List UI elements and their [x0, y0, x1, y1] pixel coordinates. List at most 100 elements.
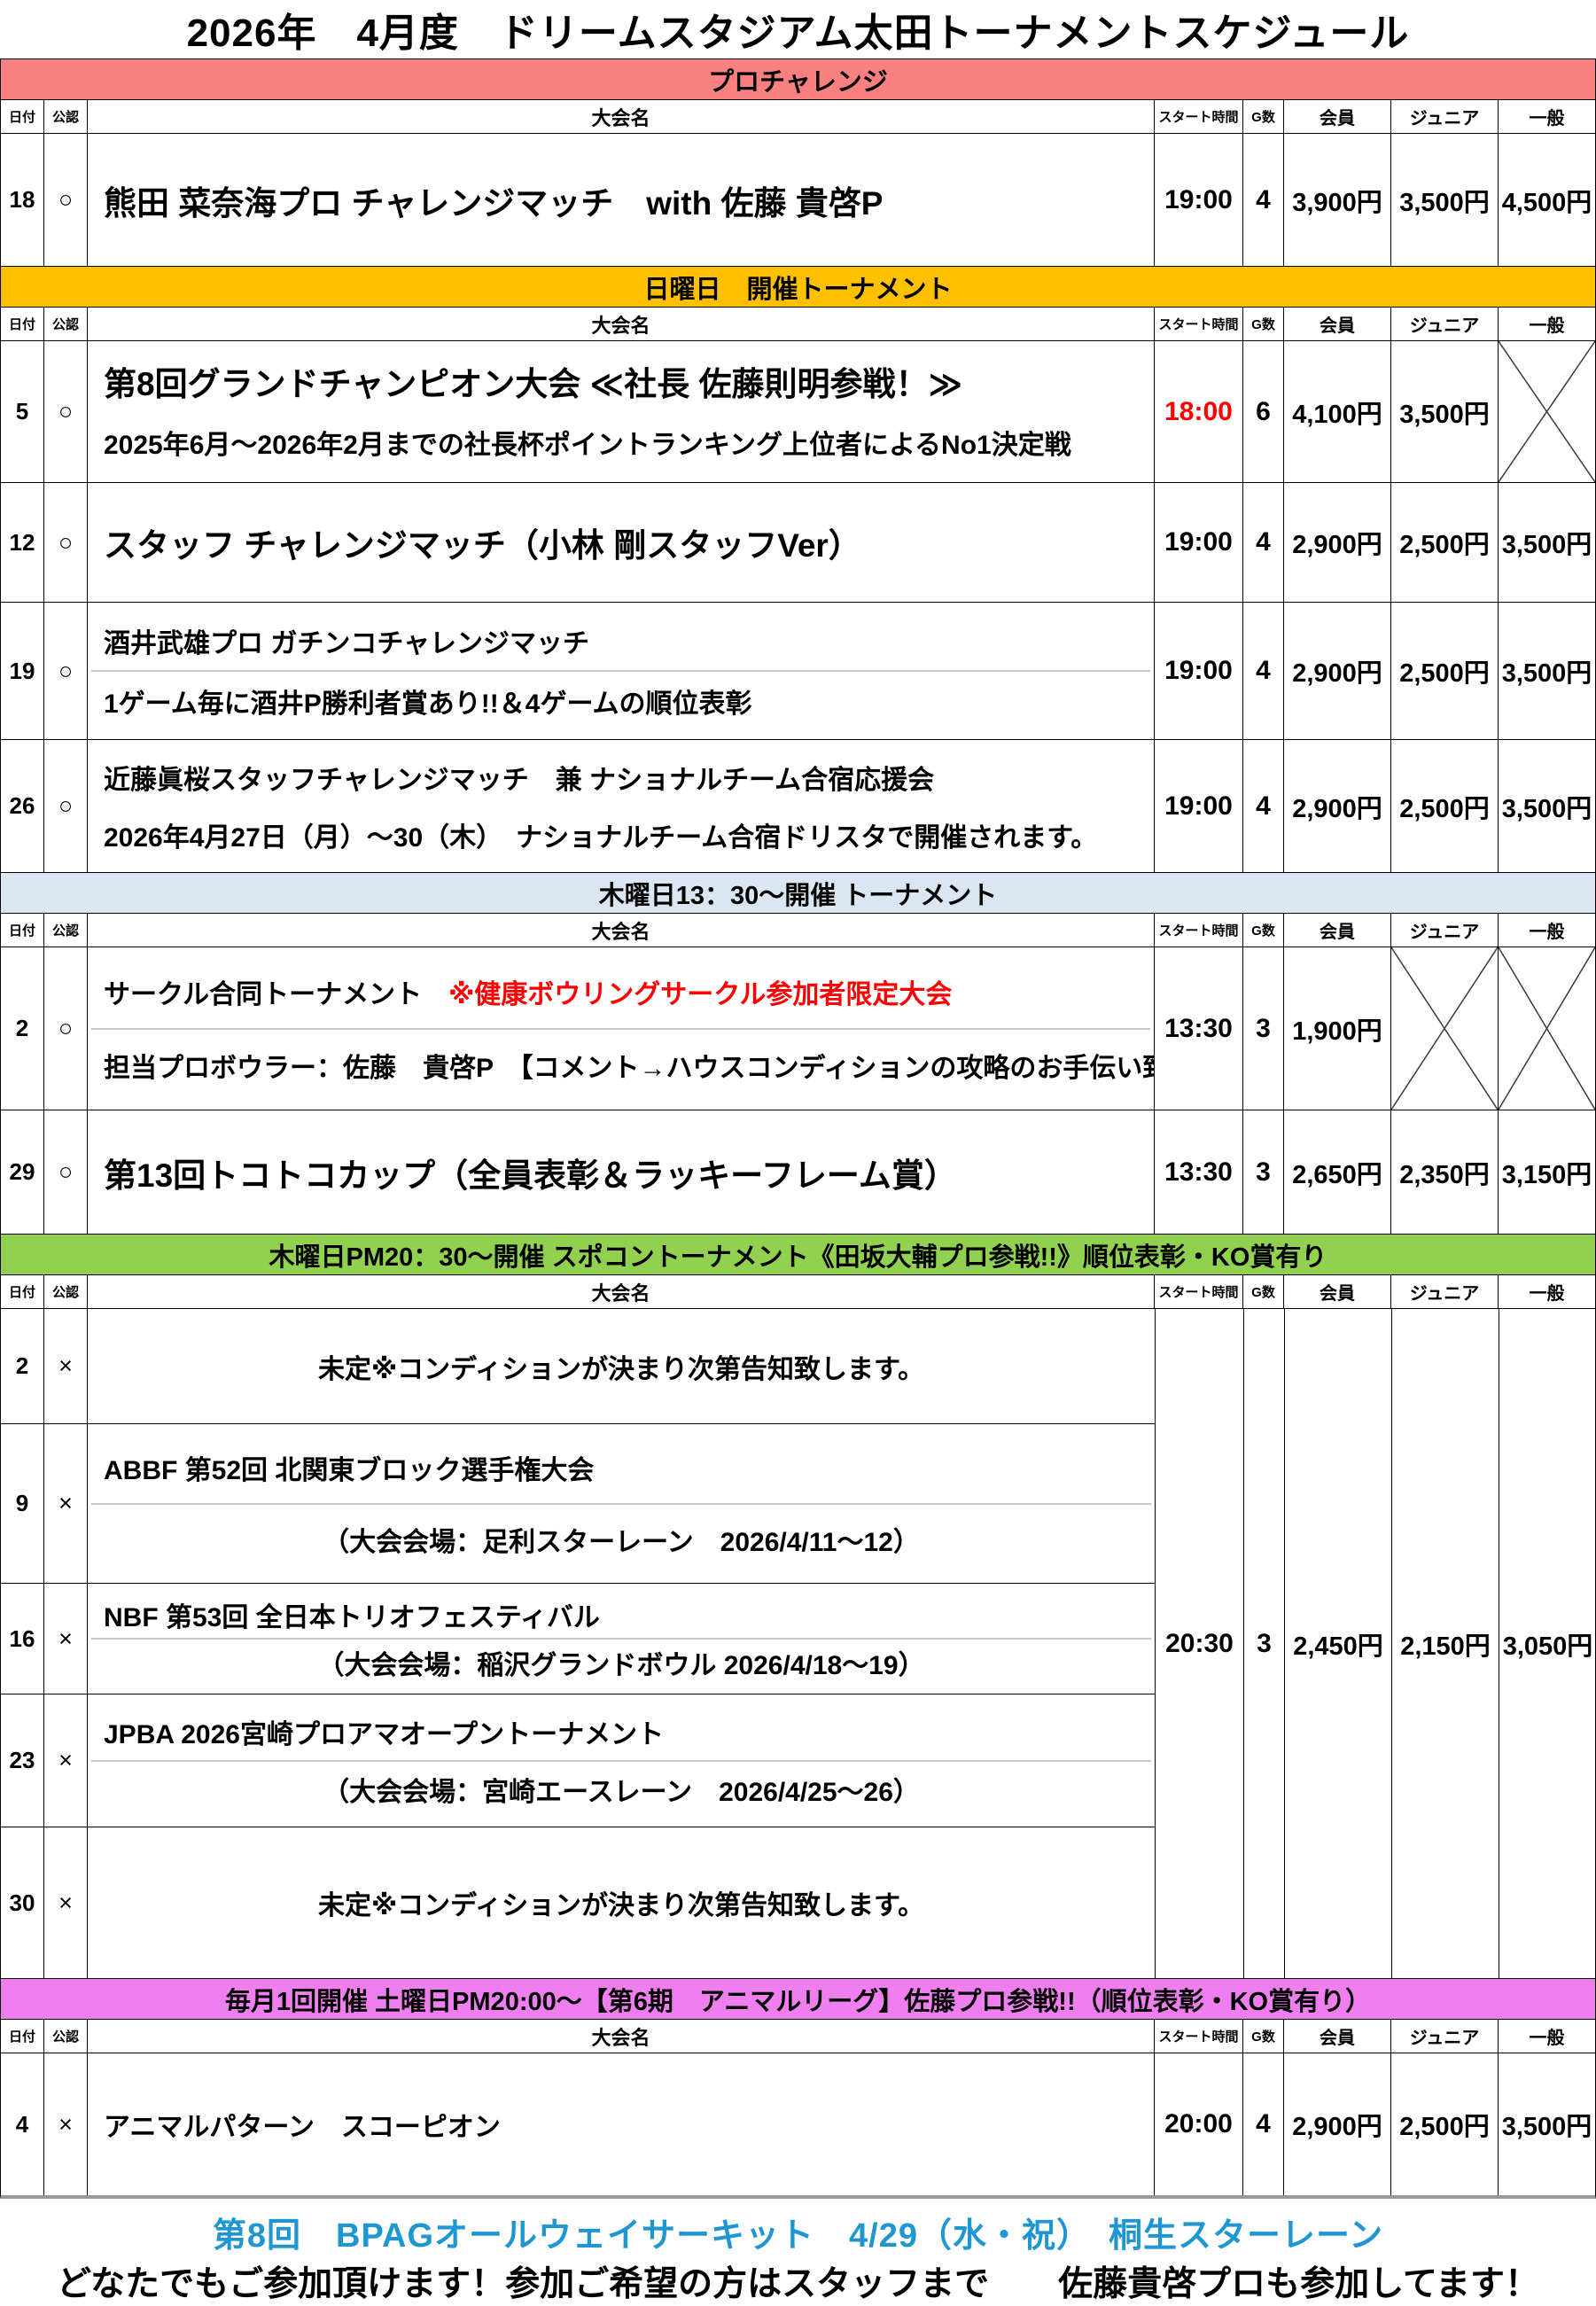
tournament-name-text: スタッフ チャレンジマッチ（小林 剛スタッフVer） — [104, 518, 861, 566]
col-header-start: スタート時間 — [1155, 100, 1243, 133]
tournament-name-line: （大会会場：宮崎エースレーン 2026/4/25～26） — [88, 1762, 1155, 1819]
date-cell: 12 — [1, 483, 44, 602]
tournament-name-line: 第8回グランドチャンピオン大会 ≪社長 佐藤則明参戦！≫ — [88, 350, 1154, 412]
tournament-name-text: NBF 第53回 全日本トリオフェスティバル — [104, 1595, 600, 1634]
tournament-name-cell: 酒井武雄プロ ガチンコチャレンジマッチ1ゲーム毎に酒井P勝利者賞あり!!＆4ゲー… — [88, 603, 1155, 739]
tournament-name-line: 2025年6月～2026年2月までの社長杯ポイントランキング上位者によるNo1決… — [88, 412, 1154, 474]
cross-icon — [1499, 341, 1595, 482]
tournament-name-line: JPBA 2026宮崎プロアマオープントーナメント — [88, 1703, 1155, 1760]
member-fee: 2,900円 — [1284, 483, 1391, 602]
tournament-name-text: 担当プロボウラー：佐藤 貴啓P 【コメント→ハウスコンディションの攻略のお手伝い… — [104, 1046, 1155, 1085]
schedule-row: 12○スタッフ チャレンジマッチ（小林 剛スタッフVer）19:0042,900… — [1, 483, 1595, 603]
footer-participation-note: どなたでもご参加頂けます！参加ご希望の方はスタッフまで 佐藤貴啓プロも参加してま… — [0, 2256, 1596, 2306]
col-header-member: 会員 — [1284, 1275, 1391, 1308]
col-header-member: 会員 — [1284, 100, 1391, 133]
col-header-sanction: 公認 — [44, 308, 88, 340]
col-header-general: 一般 — [1499, 1275, 1595, 1308]
sanction-mark: ○ — [44, 947, 88, 1110]
col-header-junior: ジュニア — [1391, 2020, 1499, 2053]
general-fee: 3,500円 — [1499, 740, 1595, 872]
schedule-page: 2026年 4月度 ドリームスタジアム太田トーナメントスケジュール プロチャレン… — [0, 0, 1596, 2306]
column-header-row: 日付公認大会名スタート時間G数会員ジュニア一般 — [1, 2020, 1595, 2053]
tournament-name-cell: JPBA 2026宮崎プロアマオープントーナメント （大会会場：宮崎エースレーン … — [88, 1694, 1155, 1827]
schedule-row: 16×NBF 第53回 全日本トリオフェスティバル（大会会場：稲沢グランドボウル… — [1, 1584, 1155, 1694]
tournament-name-cell: 第8回グランドチャンピオン大会 ≪社長 佐藤則明参戦！≫ 2025年6月～2026… — [88, 341, 1155, 482]
schedule-row: 29○第13回トコトコカップ（全員表彰＆ラッキーフレーム賞）13:3032,65… — [1, 1110, 1595, 1235]
tournament-name-line: ABBF 第52回 北関東ブロック選手権大会 — [88, 1433, 1155, 1503]
col-header-start: スタート時間 — [1155, 308, 1243, 340]
start-time: 19:00 — [1155, 740, 1243, 872]
schedule-row: 2○サークル合同トーナメント ※健康ボウリングサークル参加者限定大会担当プロボウ… — [1, 947, 1595, 1110]
col-header-junior: ジュニア — [1391, 100, 1499, 133]
games-count: 4 — [1243, 134, 1284, 266]
col-header-member: 会員 — [1284, 308, 1391, 340]
date-cell: 19 — [1, 603, 44, 739]
sanction-mark: ○ — [44, 483, 88, 602]
member-fee: 2,900円 — [1284, 740, 1391, 872]
junior-fee: 2,500円 — [1391, 2053, 1499, 2195]
schedule-row: 23×JPBA 2026宮崎プロアマオープントーナメント（大会会場：宮崎エースレ… — [1, 1694, 1155, 1827]
tournament-name-line: 近藤眞桜スタッフチャレンジマッチ 兼 ナショナルチーム合宿応援会 — [88, 749, 1154, 806]
general-fee-crossed — [1499, 947, 1595, 1110]
member-fee: 2,900円 — [1284, 603, 1391, 739]
games-count: 3 — [1243, 1110, 1284, 1234]
col-header-name: 大会名 — [88, 914, 1155, 947]
general-fee: 3,150円 — [1499, 1110, 1595, 1234]
col-header-sanction: 公認 — [44, 2020, 88, 2053]
tournament-name-text: 未定※コンディションが決まり次第告知致します。 — [318, 1883, 924, 1922]
footer-event-announcement: 第8回 BPAGオールウェイサーキット 4/29（水・祝） 桐生スターレーン — [0, 2208, 1596, 2256]
tournament-name-text: ※健康ボウリングサークル参加者限定大会 — [448, 972, 952, 1011]
general-fee: 3,500円 — [1499, 2053, 1595, 2195]
junior-fee: 2,500円 — [1391, 740, 1499, 872]
junior-fee: 3,500円 — [1391, 134, 1499, 266]
tournament-name-cell: アニマルパターン スコーピオン — [88, 2053, 1155, 2195]
merged-section-thursday-2030-spocon: 2×未定※コンディションが決まり次第告知致します。9×ABBF 第52回 北関東… — [1, 1309, 1595, 1979]
col-header-junior: ジュニア — [1391, 914, 1499, 947]
games-count: 4 — [1243, 740, 1284, 872]
tournament-name-line: NBF 第53回 全日本トリオフェスティバル — [88, 1592, 1155, 1638]
start-time: 20:30 — [1156, 1309, 1244, 1978]
tournament-name-line: （大会会場：足利スターレーン 2026/4/11～12） — [88, 1505, 1155, 1575]
schedule-row: 30×未定※コンディションが決まり次第告知致します。 — [1, 1827, 1155, 1978]
tournament-name-line: スタッフ チャレンジマッチ（小林 剛スタッフVer） — [88, 492, 1154, 593]
col-header-sanction: 公認 — [44, 100, 88, 133]
sanction-mark: ○ — [44, 740, 88, 872]
col-header-general: 一般 — [1499, 100, 1595, 133]
col-header-junior: ジュニア — [1391, 1275, 1499, 1308]
tournament-name-text: アニマルパターン スコーピオン — [104, 2105, 501, 2144]
section-band-thursday-2030-spocon: 木曜日PM20：30～開催 スポコントーナメント《田坂大輔プロ参戦!!》順位表彰… — [1, 1235, 1595, 1275]
tournament-name-line: 1ゲーム毎に酒井P勝利者賞あり!!＆4ゲームの順位表彰 — [88, 672, 1154, 730]
member-fee: 2,650円 — [1284, 1110, 1391, 1234]
general-fee: 3,050円 — [1499, 1309, 1596, 1978]
section-band-animal-league: 毎月1回開催 土曜日PM20:00～【第6期 アニマルリーグ】佐藤プロ参戦!!（… — [1, 1979, 1595, 2020]
member-fee: 2,900円 — [1284, 2053, 1391, 2195]
sanction-mark: × — [44, 1694, 88, 1827]
col-header-games: G数 — [1243, 914, 1284, 947]
date-cell: 29 — [1, 1110, 44, 1234]
tournament-name-cell: 熊田 菜奈海プロ チャレンジマッチ with 佐藤 貴啓P — [88, 134, 1155, 266]
start-time: 20:00 — [1155, 2053, 1243, 2195]
col-header-start: スタート時間 — [1155, 914, 1243, 947]
date-cell: 26 — [1, 740, 44, 872]
tournament-name-cell: 未定※コンディションが決まり次第告知致します。 — [88, 1827, 1155, 1978]
sanction-mark: ○ — [44, 603, 88, 739]
member-fee: 2,450円 — [1285, 1309, 1392, 1978]
schedule-row: 26○近藤眞桜スタッフチャレンジマッチ 兼 ナショナルチーム合宿応援会2026年… — [1, 740, 1595, 873]
junior-fee-crossed — [1391, 947, 1499, 1110]
col-header-sanction: 公認 — [44, 1275, 88, 1308]
sanction-mark: × — [44, 1424, 88, 1583]
start-time: 19:00 — [1155, 483, 1243, 602]
tournament-name-text: 2025年6月～2026年2月までの社長杯ポイントランキング上位者によるNo1決… — [104, 423, 1071, 462]
general-fee: 3,500円 — [1499, 603, 1595, 739]
col-header-member: 会員 — [1284, 914, 1391, 947]
tournament-name-line: サークル合同トーナメント ※健康ボウリングサークル参加者限定大会 — [88, 956, 1154, 1028]
merged-section-rows: 2×未定※コンディションが決まり次第告知致します。9×ABBF 第52回 北関東… — [1, 1309, 1155, 1978]
col-header-date: 日付 — [1, 914, 44, 947]
tournament-name-line: 熊田 菜奈海プロ チャレンジマッチ with 佐藤 貴啓P — [88, 143, 1154, 257]
col-header-general: 一般 — [1499, 308, 1595, 340]
sanction-mark: × — [44, 2053, 88, 2195]
sanction-mark: × — [44, 1309, 88, 1423]
tournament-name-text: （大会会場：宮崎エースレーン 2026/4/25～26） — [323, 1770, 920, 1809]
tournament-name-cell: ABBF 第52回 北関東ブロック選手権大会（大会会場：足利スターレーン 202… — [88, 1424, 1155, 1583]
tournament-name-line: 未定※コンディションが決まり次第告知致します。 — [88, 1318, 1155, 1414]
